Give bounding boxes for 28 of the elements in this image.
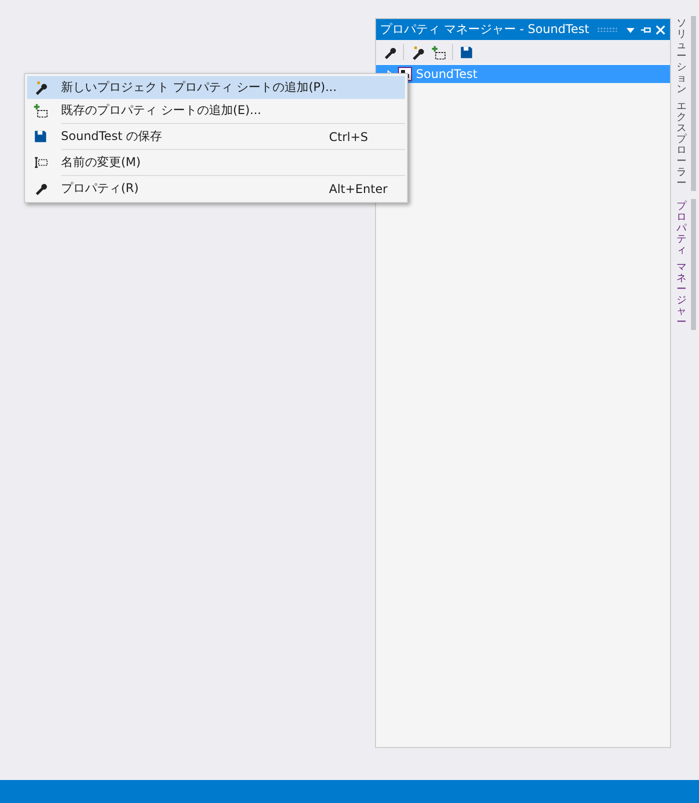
panel-title: プロパティ マネージャー - SoundTest — [380, 21, 590, 38]
add-sheet-icon[interactable] — [431, 44, 446, 60]
side-tab-word: マネージャー — [676, 262, 686, 328]
pin-icon[interactable] — [640, 24, 651, 34]
tree-item-label: SoundTest — [416, 67, 478, 81]
close-icon[interactable] — [655, 24, 666, 34]
menu-item-label: 新しいプロジェクト プロパティ シートの追加(P)... — [61, 79, 338, 96]
save-icon — [32, 129, 48, 144]
menu-item[interactable]: 既存のプロパティ シートの追加(E)... — [27, 99, 405, 122]
side-tab-word: エクスプローラー — [676, 101, 686, 189]
menu-item-label: 名前の変更(M) — [61, 154, 142, 171]
side-tab-word: ソリューション — [676, 18, 686, 95]
menu-item[interactable]: 新しいプロジェクト プロパティ シートの追加(P)... — [27, 76, 405, 99]
wand-wrench-icon[interactable] — [410, 44, 425, 60]
menu-item-label: SoundTest の保存 — [61, 128, 164, 145]
menu-item[interactable]: SoundTest の保存 Ctrl+S — [27, 125, 405, 148]
side-tab[interactable]: ソリューション エクスプローラー — [674, 16, 696, 191]
rename-icon — [32, 155, 48, 170]
menu-item[interactable]: 名前の変更(M) — [27, 151, 405, 174]
menu-item-label: プロパティ(R) — [61, 180, 140, 197]
add-sheet-icon — [32, 103, 48, 118]
menu-item-label: 既存のプロパティ シートの追加(E)... — [61, 102, 262, 119]
side-tab[interactable]: プロパティ マネージャー — [674, 199, 696, 330]
shortcut-label: Ctrl+S — [329, 130, 370, 144]
side-tab-word: プロパティ — [676, 201, 686, 256]
shortcut-label: Alt+Enter — [329, 182, 389, 196]
save-icon[interactable] — [459, 44, 474, 60]
menu-item[interactable]: プロパティ(R) Alt+Enter — [27, 177, 405, 200]
